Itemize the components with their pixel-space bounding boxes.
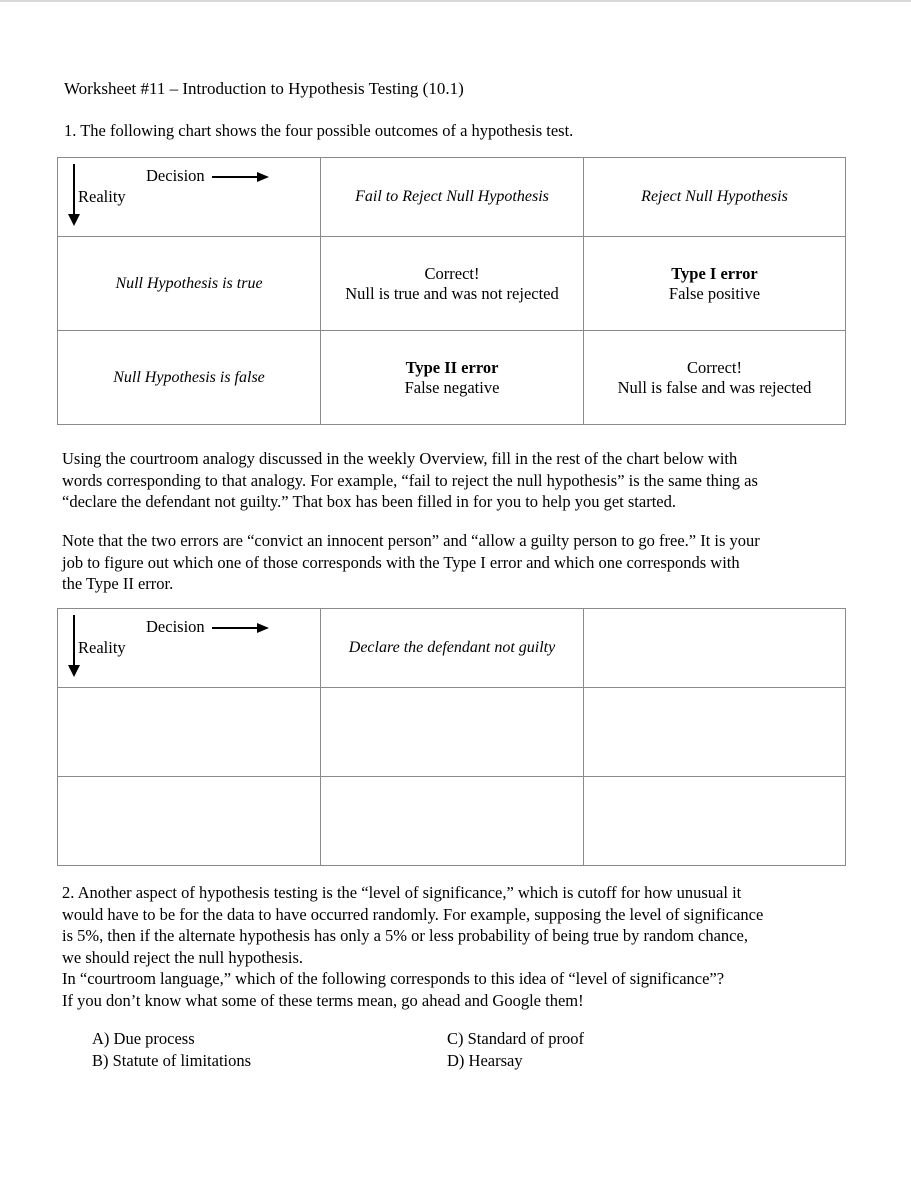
axis-legend-cell: Decision Reality (57, 157, 321, 237)
text-line: Using the courtroom analogy discussed in… (62, 449, 738, 468)
table-row (57, 776, 846, 866)
courtroom-chart-blank[interactable]: Decision Reality Declare the defendant n… (57, 608, 846, 866)
text-line: would have to be for the data to have oc… (62, 904, 764, 924)
axis-decision-text: Decision (146, 617, 205, 636)
text-line: “declare the defendant not guilty.” That… (62, 492, 676, 511)
text-line: words corresponding to that analogy. For… (62, 470, 758, 490)
paragraph-courtroom-analogy: Using the courtroom analogy discussed in… (62, 448, 852, 513)
row-header-blank[interactable] (57, 776, 321, 866)
text-line: Note that the two errors are “convict an… (62, 531, 760, 550)
arrow-right-icon (211, 623, 270, 634)
text-line: job to figure out which one of those cor… (62, 552, 740, 572)
cell-subtitle: False positive (668, 283, 761, 303)
axis-decision-label: Decision (146, 166, 270, 186)
axis-legend-cell: Decision Reality (57, 608, 321, 688)
question-1-prompt: 1. The following chart shows the four po… (64, 121, 574, 140)
text-line: In “courtroom language,” which of the fo… (62, 969, 725, 988)
text-line: is 5%, then if the alternate hypothesis … (62, 926, 748, 945)
table-row (57, 687, 846, 777)
row-header-null-true: Null Hypothesis is true (57, 236, 321, 331)
cell-blank[interactable] (320, 687, 584, 777)
table-row: Null Hypothesis is true Correct! Null is… (57, 236, 846, 331)
cell-title: Type II error (405, 357, 499, 377)
column-header-declare-not-guilty[interactable]: Declare the defendant not guilty (320, 608, 584, 688)
option-b[interactable]: B) Statute of limitations (92, 1050, 447, 1072)
cell-correct-not-rejected: Correct! Null is true and was not reject… (320, 236, 584, 331)
cell-blank[interactable] (320, 776, 584, 866)
cell-subtitle: Null is false and was rejected (617, 377, 812, 397)
page-top-rule (0, 0, 911, 2)
cell-title: Correct! (687, 357, 742, 377)
text-line: 2. Another aspect of hypothesis testing … (62, 883, 742, 902)
cell-type-i-error: Type I error False positive (583, 236, 846, 331)
question-2-prompt: 2. Another aspect of hypothesis testing … (62, 882, 852, 1011)
cell-title: Correct! (424, 263, 480, 283)
option-row: A) Due process C) Standard of proof (92, 1028, 712, 1050)
arrow-right-icon (211, 172, 270, 183)
axis-decision-label: Decision (146, 617, 270, 637)
text-line: we should reject the null hypothesis. (62, 947, 304, 967)
table-row: Null Hypothesis is false Type II error F… (57, 330, 846, 425)
cell-title: Type I error (671, 263, 758, 283)
paragraph-two-errors: Note that the two errors are “convict an… (62, 530, 852, 595)
row-header-blank[interactable] (57, 687, 321, 777)
text-line: If you don’t know what some of these ter… (62, 990, 584, 1010)
page-title: Worksheet #11 – Introduction to Hypothes… (64, 79, 464, 98)
column-header-reject: Reject Null Hypothesis (583, 157, 846, 237)
column-header-fail-to-reject: Fail to Reject Null Hypothesis (320, 157, 584, 237)
option-row: B) Statute of limitations D) Hearsay (92, 1050, 712, 1072)
row-header-null-false: Null Hypothesis is false (57, 330, 321, 425)
axis-reality-label: Reality (78, 187, 126, 206)
cell-subtitle: False negative (404, 377, 500, 397)
axis-decision-text: Decision (146, 166, 205, 185)
table-row: Decision Reality Declare the defendant n… (57, 608, 846, 688)
cell-correct-rejected: Correct! Null is false and was rejected (583, 330, 846, 425)
cell-subtitle: Null is true and was not rejected (345, 283, 559, 303)
table-row: Decision Reality Fail to Reject Null Hyp… (57, 157, 846, 237)
option-d[interactable]: D) Hearsay (447, 1050, 523, 1072)
cell-type-ii-error: Type II error False negative (320, 330, 584, 425)
cell-blank[interactable] (583, 776, 846, 866)
option-a[interactable]: A) Due process (92, 1028, 447, 1050)
answer-options: A) Due process C) Standard of proof B) S… (92, 1028, 712, 1072)
axis-reality-label: Reality (78, 638, 126, 657)
text-line: the Type II error. (62, 574, 174, 593)
cell-blank[interactable] (583, 687, 846, 777)
option-c[interactable]: C) Standard of proof (447, 1028, 584, 1050)
column-header-blank[interactable] (583, 608, 846, 688)
outcomes-chart-filled: Decision Reality Fail to Reject Null Hyp… (57, 157, 846, 425)
